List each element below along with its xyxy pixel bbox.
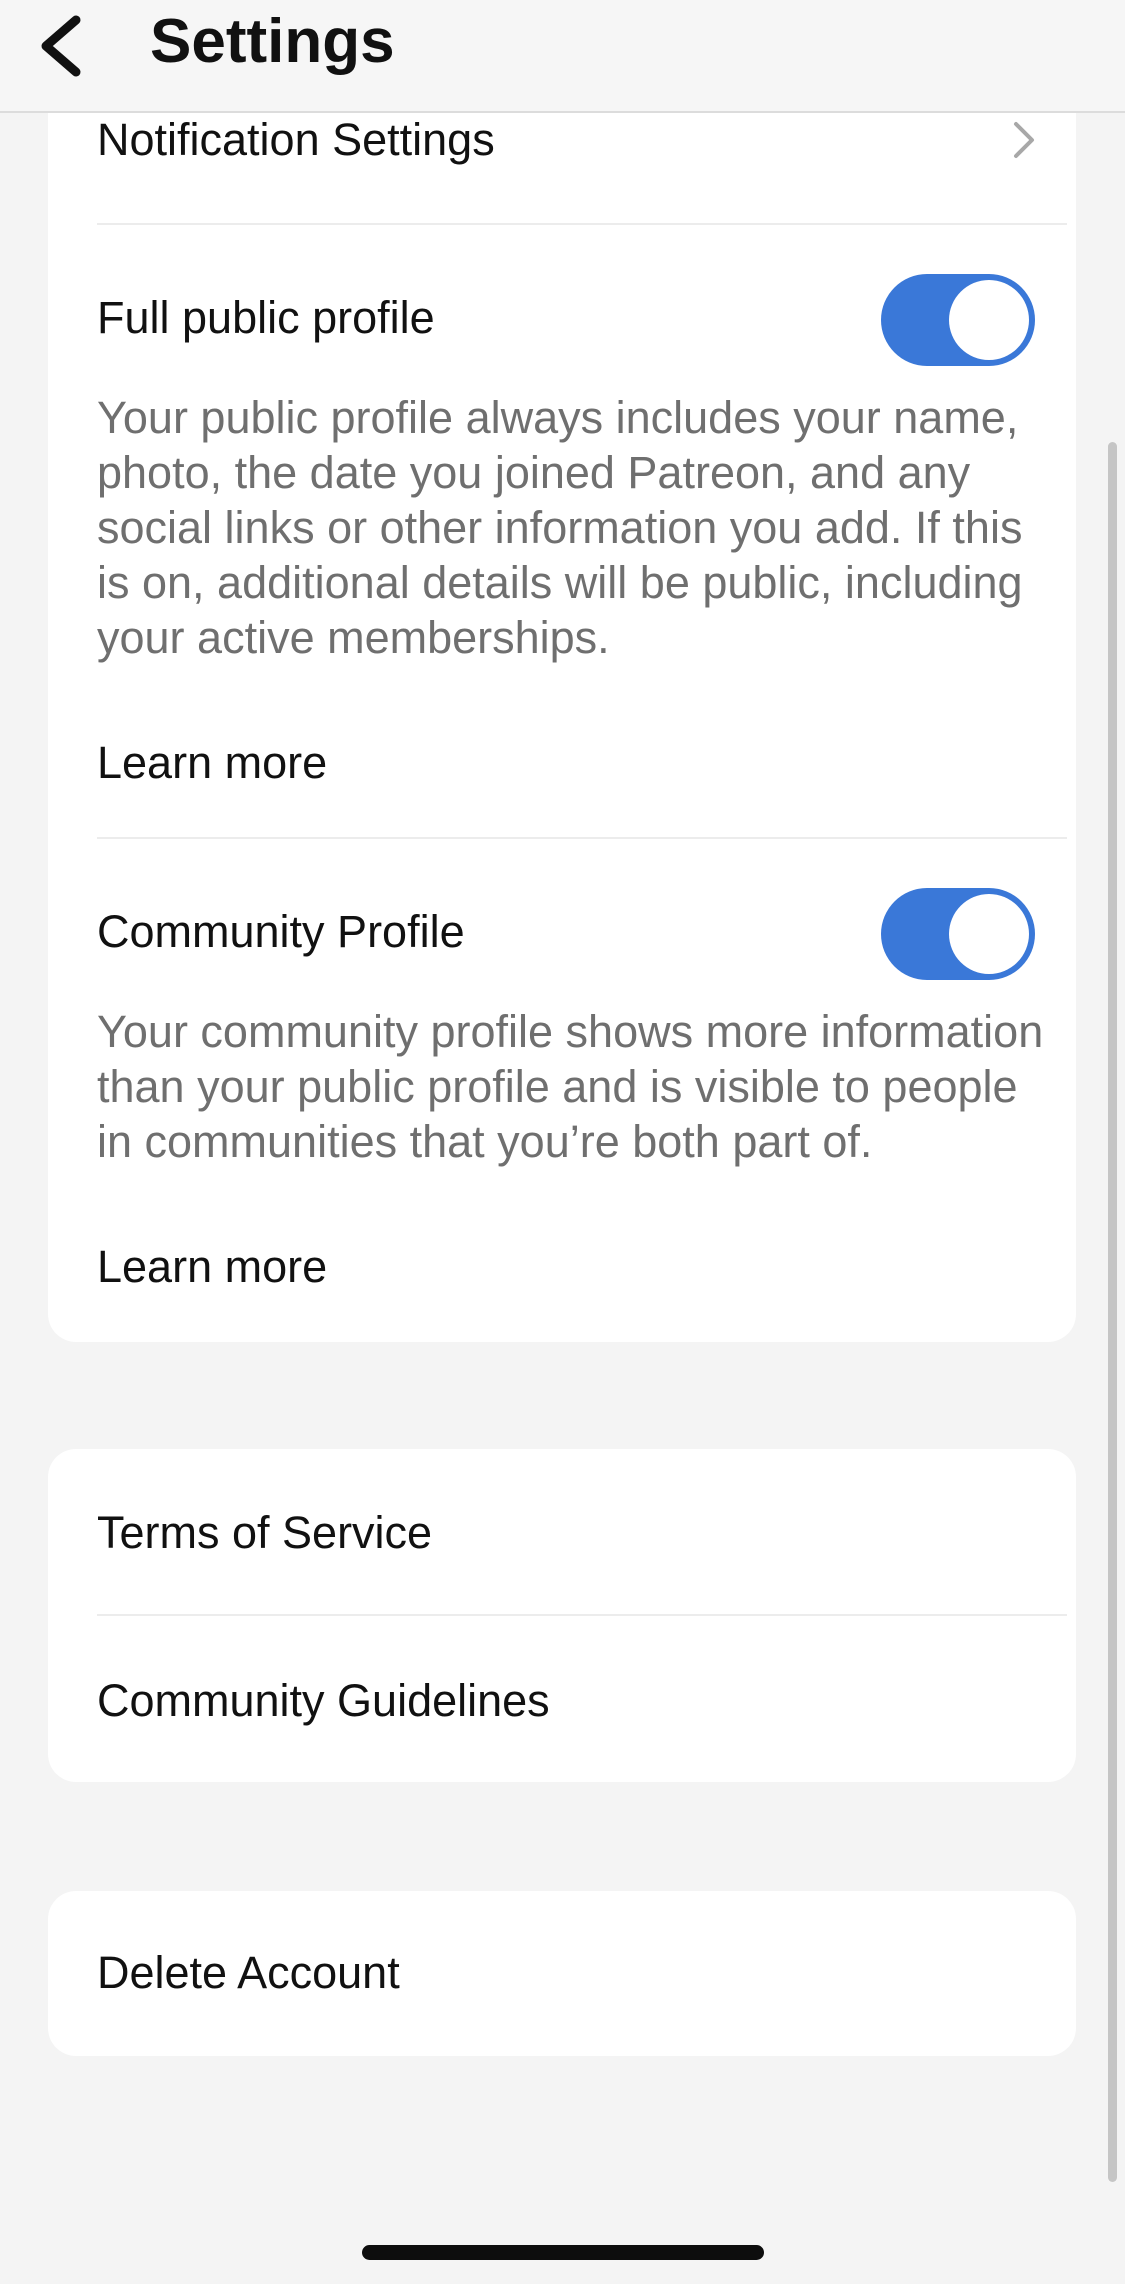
full-public-profile-description: Your public profile always includes your… bbox=[97, 392, 1023, 663]
chevron-left-icon[interactable] bbox=[30, 6, 100, 86]
community-profile-learn-more-link[interactable]: Learn more bbox=[97, 1239, 327, 1295]
divider bbox=[97, 837, 1067, 839]
toggle-knob bbox=[949, 894, 1029, 974]
delete-account-button[interactable]: Delete Account bbox=[97, 1945, 400, 2001]
full-public-profile-label: Full public profile bbox=[97, 292, 435, 343]
scrollbar[interactable] bbox=[1108, 442, 1117, 2182]
divider bbox=[97, 1614, 1067, 1616]
community-profile-label: Community Profile bbox=[97, 906, 465, 957]
full-public-profile-toggle[interactable] bbox=[881, 274, 1035, 366]
legal-links-card: Terms of Service Community Guidelines bbox=[48, 1449, 1076, 1782]
home-indicator bbox=[362, 2245, 764, 2260]
toggle-knob bbox=[949, 280, 1029, 360]
community-guidelines-link[interactable]: Community Guidelines bbox=[97, 1673, 550, 1729]
divider bbox=[97, 223, 1067, 225]
terms-of-service-link[interactable]: Terms of Service bbox=[97, 1505, 432, 1561]
notification-settings-label: Notification Settings bbox=[97, 114, 495, 165]
settings-screen: Settings Notification Settings Full publ… bbox=[0, 0, 1125, 2284]
header-bar: Settings bbox=[0, 0, 1125, 113]
page-title: Settings bbox=[150, 7, 395, 76]
community-profile-description: Your community profile shows more inform… bbox=[97, 1006, 1044, 1167]
community-profile-toggle[interactable] bbox=[881, 888, 1035, 980]
account-card: Delete Account bbox=[48, 1891, 1076, 2056]
privacy-settings-card: Notification Settings Full public profil… bbox=[48, 60, 1076, 1342]
chevron-right-icon bbox=[1014, 122, 1034, 158]
full-public-profile-learn-more-link[interactable]: Learn more bbox=[97, 735, 327, 791]
